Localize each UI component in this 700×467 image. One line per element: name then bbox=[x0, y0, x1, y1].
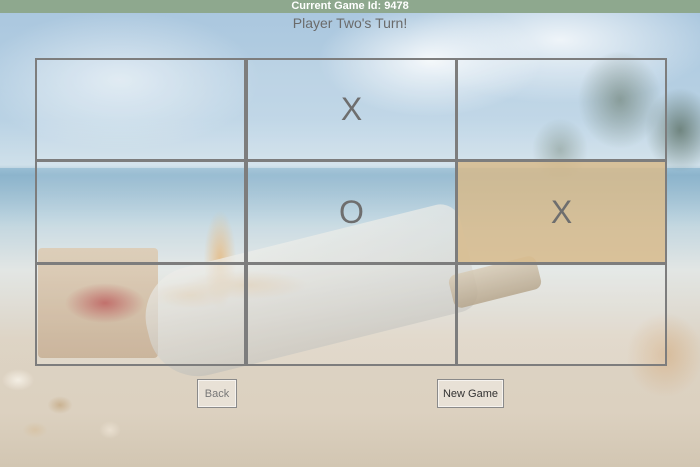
game-id-bar: Current Game Id: 9478 bbox=[0, 0, 700, 13]
board-cell-r1c1[interactable] bbox=[35, 58, 246, 161]
board-cell-r2c3[interactable]: X bbox=[456, 160, 667, 264]
game-id-label: Current Game Id: 9478 bbox=[291, 0, 409, 12]
board-cell-r3c1[interactable] bbox=[35, 263, 246, 366]
turn-status: Player Two's Turn! bbox=[292, 15, 408, 31]
background-shells-left bbox=[0, 360, 140, 450]
back-button[interactable]: Back bbox=[197, 379, 237, 408]
tic-tac-toe-board: X O X bbox=[35, 58, 667, 366]
board-cell-r1c2[interactable]: X bbox=[246, 58, 457, 161]
board-cell-r3c2[interactable] bbox=[246, 263, 457, 366]
board-cell-r2c2[interactable]: O bbox=[246, 160, 457, 264]
board-cell-r3c3[interactable] bbox=[456, 263, 667, 366]
board-cell-r2c1[interactable] bbox=[35, 160, 246, 264]
board-cell-r1c3[interactable] bbox=[456, 58, 667, 161]
new-game-button[interactable]: New Game bbox=[437, 379, 504, 408]
